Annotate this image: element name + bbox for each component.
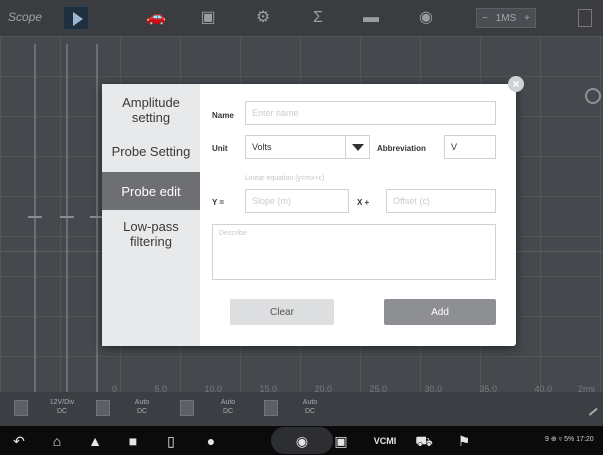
unit-value: Volts	[252, 142, 272, 152]
y-equals-label: Y =	[212, 198, 225, 207]
add-button[interactable]: Add	[384, 299, 496, 325]
slope-field[interactable]: Slope (m)	[245, 189, 349, 213]
side-item-amplitude-setting[interactable]: Amplitude setting	[102, 90, 200, 130]
unit-label: Unit	[212, 144, 228, 153]
chevron-down-icon[interactable]	[345, 136, 369, 158]
abbreviation-field[interactable]: V	[444, 135, 496, 159]
x-plus-label: X +	[357, 198, 370, 207]
name-field[interactable]: Enter name	[245, 101, 496, 125]
side-item-probe-edit[interactable]: Probe edit	[102, 172, 200, 210]
dialog-side-menu: Amplitude setting Probe Setting Probe ed…	[102, 84, 200, 346]
side-item-low-pass-filtering[interactable]: Low-pass filtering	[102, 214, 200, 254]
describe-textarea[interactable]: Describe	[212, 224, 496, 280]
abbreviation-label: Abbreviation	[377, 144, 426, 153]
offset-field[interactable]: Offset (c)	[386, 189, 496, 213]
probe-edit-dialog: Amplitude setting Probe Setting Probe ed…	[102, 84, 516, 346]
unit-select[interactable]: Volts	[245, 135, 370, 159]
clear-button[interactable]: Clear	[230, 299, 334, 325]
equation-hint: Linear equation (y=mx+c)	[245, 175, 325, 182]
name-label: Name	[212, 111, 234, 120]
close-icon[interactable]: ×	[508, 76, 524, 92]
side-item-probe-setting[interactable]: Probe Setting	[102, 134, 200, 168]
